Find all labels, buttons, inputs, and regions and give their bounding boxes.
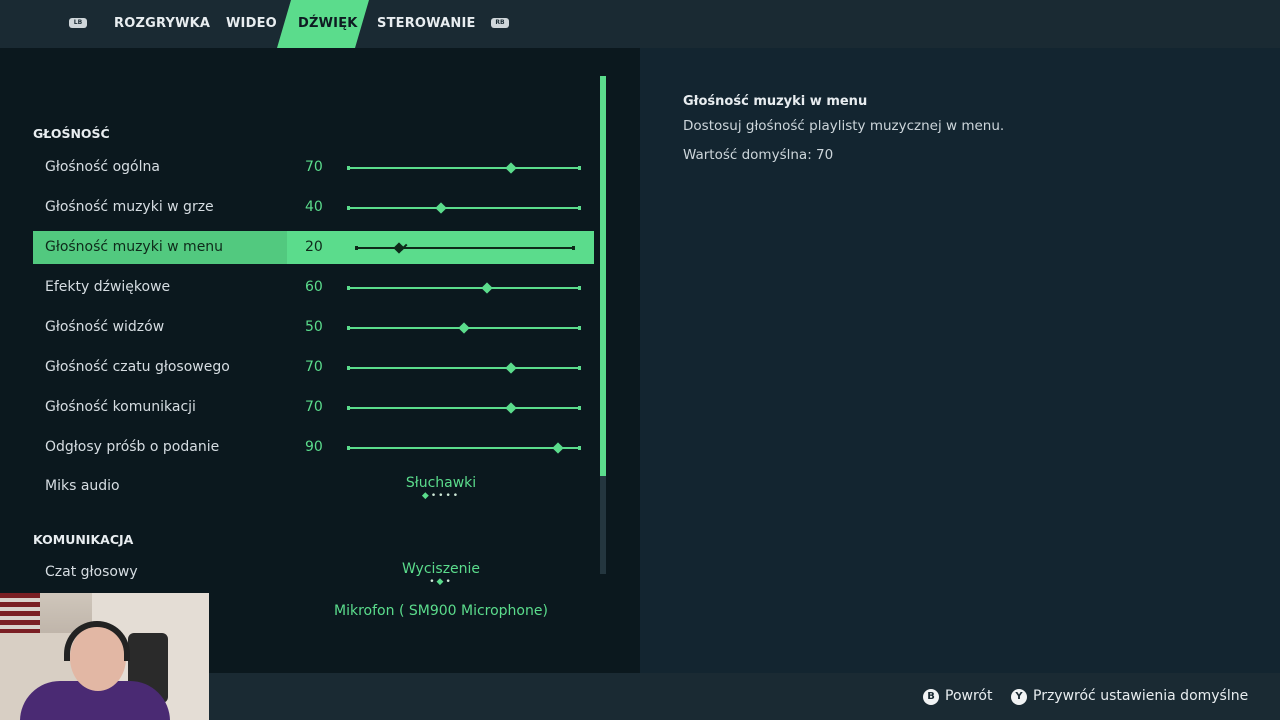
setting-label: Efekty dźwiękowe xyxy=(45,279,171,295)
section-volume: GŁOŚNOŚĆ xyxy=(33,126,110,141)
setting-row[interactable]: Głośność ogólna 70 xyxy=(33,151,594,184)
setting-value: 70 xyxy=(305,359,323,375)
volume-slider[interactable] xyxy=(347,322,581,334)
top-nav: LB ROZGRYWKA WIDEO DŹWIĘK STEROWANIE RB xyxy=(0,0,1280,48)
volume-slider[interactable] xyxy=(347,202,581,214)
indicator-dot: • xyxy=(429,577,437,587)
slider-thumb[interactable] xyxy=(505,402,517,414)
back-label: Powrót xyxy=(945,688,993,704)
volume-slider[interactable] xyxy=(355,242,575,254)
setting-label: Głośność ogólna xyxy=(45,159,160,175)
webcam-overlay xyxy=(0,593,209,720)
b-button-icon: B xyxy=(923,689,939,705)
tab-dzwiek[interactable]: DŹWIĘK xyxy=(298,0,358,48)
setting-value: 70 xyxy=(305,159,323,175)
indicator-dot: • xyxy=(452,491,461,501)
volume-slider[interactable] xyxy=(347,402,581,414)
volume-slider[interactable] xyxy=(347,442,581,454)
slider-thumb[interactable] xyxy=(481,282,494,294)
back-hint[interactable]: B Powrót xyxy=(923,688,992,705)
audio-mix-value[interactable]: Słuchawki xyxy=(341,475,541,491)
volume-slider[interactable] xyxy=(347,162,581,174)
description-text: Dostosuj głośność playlisty muzycznej w … xyxy=(683,118,1005,134)
setting-value: 70 xyxy=(305,399,323,415)
microphone-value[interactable]: Mikrofon ( SM900 Microphone) xyxy=(291,603,591,619)
reset-defaults-hint[interactable]: Y Przywróć ustawienia domyślne xyxy=(1011,688,1248,705)
indicator-dot: • xyxy=(445,577,453,587)
tab-rozgrywka[interactable]: ROZGRYWKA xyxy=(114,0,210,48)
setting-value: 50 xyxy=(305,319,323,335)
volume-slider[interactable] xyxy=(347,282,581,294)
voice-chat-indicator: •◆• xyxy=(341,577,541,587)
slider-thumb[interactable] xyxy=(393,242,405,254)
audio-mix-indicator: ◆•••• xyxy=(341,491,541,501)
tab-sterowanie[interactable]: STEROWANIE xyxy=(377,0,476,48)
indicator-dot: • xyxy=(445,491,453,501)
setting-value: 90 xyxy=(305,439,323,455)
setting-value: 40 xyxy=(305,199,323,215)
indicator-dot-active: ◆ xyxy=(421,491,431,501)
reset-defaults-label: Przywróć ustawienia domyślne xyxy=(1033,688,1249,704)
slider-thumb[interactable] xyxy=(551,442,564,454)
slider-thumb[interactable] xyxy=(434,202,447,214)
setting-row[interactable]: Głośność muzyki w menu 20 xyxy=(33,231,594,264)
setting-label: Głośność komunikacji xyxy=(45,399,196,415)
slider-thumb[interactable] xyxy=(458,322,470,334)
y-button-icon: Y xyxy=(1011,689,1027,705)
setting-row[interactable]: Głośność komunikacji 70 xyxy=(33,391,594,424)
voice-chat-label: Czat głosowy xyxy=(45,564,138,580)
tab-wideo[interactable]: WIDEO xyxy=(226,0,277,48)
scrollbar-thumb[interactable] xyxy=(600,76,606,476)
setting-row[interactable]: Głośność muzyki w grze 40 xyxy=(33,191,594,224)
rb-bumper-icon[interactable]: RB xyxy=(491,18,509,28)
setting-label: Głośność czatu głosowego xyxy=(45,359,230,375)
description-default-value: Wartość domyślna: 70 xyxy=(683,147,834,163)
slider-thumb[interactable] xyxy=(505,162,517,174)
setting-row[interactable]: Głośność czatu głosowego 70 xyxy=(33,351,594,384)
section-communication: KOMUNIKACJA xyxy=(33,532,134,547)
setting-label: Głośność muzyki w grze xyxy=(45,199,214,215)
setting-row[interactable]: Głośność widzów 50 xyxy=(33,311,594,344)
setting-label: Głośność widzów xyxy=(45,319,165,335)
description-title: Głośność muzyki w menu xyxy=(683,94,868,109)
volume-slider[interactable] xyxy=(347,362,581,374)
description-panel xyxy=(640,48,1280,673)
setting-row[interactable]: Odgłosy próśb o podanie 90 xyxy=(33,431,594,464)
audio-mix-label: Miks audio xyxy=(45,478,120,494)
setting-label: Odgłosy próśb o podanie xyxy=(45,439,220,455)
setting-label: Głośność muzyki w menu xyxy=(45,239,224,255)
voice-chat-value[interactable]: Wyciszenie xyxy=(341,561,541,577)
slider-thumb[interactable] xyxy=(505,362,517,374)
lb-bumper-icon[interactable]: LB xyxy=(69,18,87,28)
setting-value: 20 xyxy=(305,239,323,255)
setting-row[interactable]: Efekty dźwiękowe 60 xyxy=(33,271,594,304)
setting-value: 60 xyxy=(305,279,323,295)
